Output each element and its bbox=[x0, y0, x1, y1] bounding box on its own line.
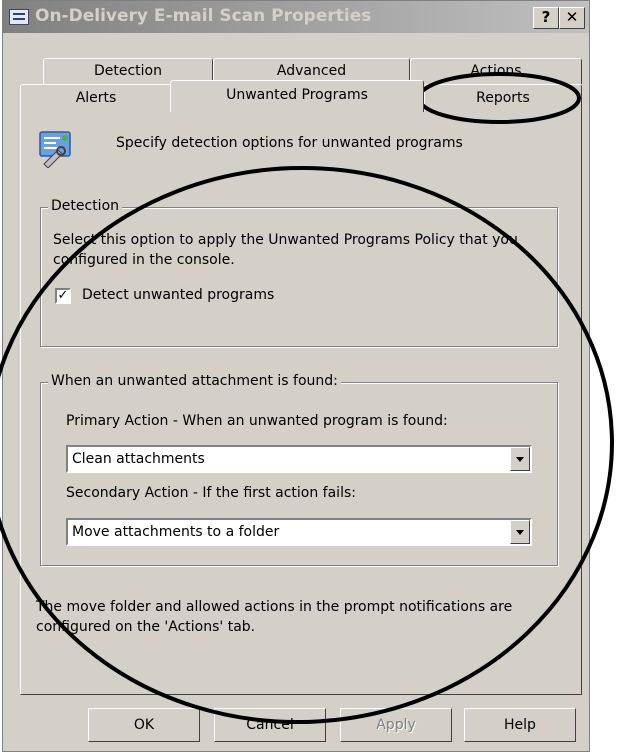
primary-action-label: Primary Action - When an unwanted progra… bbox=[66, 413, 448, 429]
tab-reports[interactable]: Reports bbox=[424, 84, 582, 111]
window-icon bbox=[9, 9, 29, 25]
tab-alerts[interactable]: Alerts bbox=[20, 84, 172, 111]
footer-note: The move folder and allowed actions in t… bbox=[36, 599, 513, 635]
detect-unwanted-checkbox[interactable]: ✓ bbox=[55, 288, 71, 304]
detection-group bbox=[40, 207, 558, 347]
primary-action-select[interactable]: Clean attachments bbox=[66, 445, 532, 473]
help-title-button[interactable]: ? bbox=[533, 7, 559, 29]
title-bar[interactable]: On-Delivery E-mail Scan Properties ? ✕ bbox=[3, 1, 589, 33]
detection-description: Select this option to apply the Unwanted… bbox=[53, 232, 518, 268]
detection-group-legend: Detection bbox=[48, 198, 123, 214]
secondary-action-select[interactable]: Move attachments to a folder bbox=[66, 518, 532, 546]
detect-unwanted-label[interactable]: Detect unwanted programs bbox=[82, 287, 274, 303]
apply-button[interactable]: Apply bbox=[340, 708, 452, 742]
settings-wrench-icon bbox=[36, 128, 76, 169]
cancel-button[interactable]: Cancel bbox=[214, 708, 326, 742]
close-icon[interactable]: ✕ bbox=[559, 7, 585, 29]
chevron-down-icon[interactable] bbox=[510, 447, 530, 471]
primary-action-value: Clean attachments bbox=[72, 451, 205, 467]
secondary-action-label: Secondary Action - If the first action f… bbox=[66, 485, 356, 501]
tab-unwanted-programs[interactable]: Unwanted Programs bbox=[170, 80, 424, 112]
secondary-action-value: Move attachments to a folder bbox=[72, 524, 280, 540]
tab-actions[interactable]: Actions bbox=[410, 58, 582, 84]
header-description: Specify detection options for unwanted p… bbox=[116, 135, 463, 151]
chevron-down-icon[interactable] bbox=[510, 520, 530, 544]
ok-button[interactable]: OK bbox=[88, 708, 200, 742]
window-title: On-Delivery E-mail Scan Properties bbox=[35, 6, 372, 26]
help-button[interactable]: Help bbox=[464, 708, 576, 742]
attachment-group-legend: When an unwanted attachment is found: bbox=[48, 373, 341, 389]
